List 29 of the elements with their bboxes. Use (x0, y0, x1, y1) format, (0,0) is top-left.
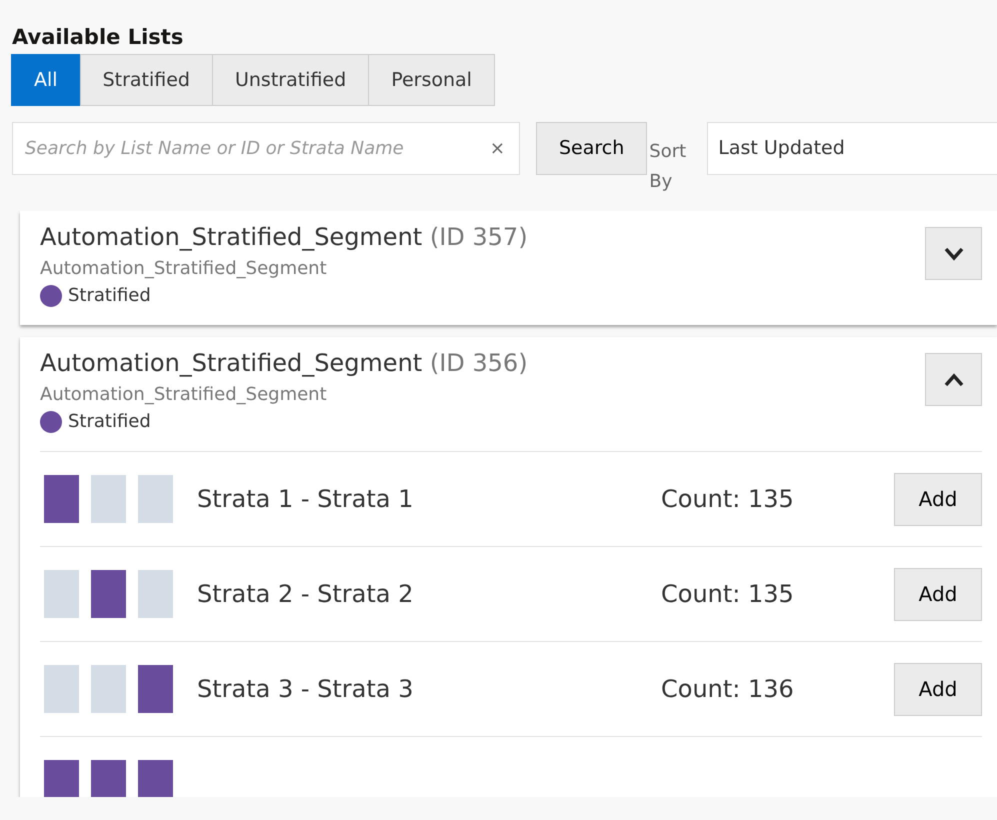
strata-count: Count: 135 (661, 579, 795, 610)
filter-tab[interactable]: Stratified (80, 54, 213, 106)
list-title: Automation_Stratified_Segment (ID 356) (40, 348, 528, 380)
chevron-up-icon (944, 372, 964, 387)
add-button[interactable]: Add (894, 662, 982, 716)
strata-count: Count: 135 (661, 484, 795, 516)
filter-tab[interactable]: Personal (368, 54, 495, 106)
collapse-button[interactable] (925, 353, 982, 406)
strata-name: Strata 2 - Strata 2 (197, 579, 414, 610)
list-title: Automation_Stratified_Segment (ID 357) (40, 222, 528, 254)
section-title: Available Lists (11, 24, 184, 51)
list-type: Stratified (68, 410, 151, 434)
search-button[interactable]: Search (536, 122, 648, 176)
chevron-down-icon (944, 246, 964, 261)
strata-name: Strata 3 - Strata 3 (197, 674, 414, 706)
strata-name: Strata 1 - Strata 1 (197, 484, 414, 516)
expand-button[interactable] (925, 227, 982, 280)
sort-label: Sort By (648, 140, 688, 194)
list-subtitle: Automation_Stratified_Segment (40, 257, 328, 282)
add-button[interactable]: Add (894, 472, 982, 526)
search-field[interactable]: Search by List Name or ID or Strata Name × (12, 122, 520, 176)
list-type: Stratified (68, 284, 151, 308)
clear-button[interactable]: × (486, 135, 509, 162)
add-button[interactable]: Add (894, 568, 982, 621)
strata-count: Count: 136 (661, 674, 795, 706)
list-subtitle: Automation_Stratified_Segment (40, 383, 328, 408)
sort-select[interactable]: Last Updated (707, 122, 997, 176)
filter-tab[interactable]: Unstratified (212, 54, 370, 106)
filter-tab[interactable]: All (11, 54, 81, 106)
